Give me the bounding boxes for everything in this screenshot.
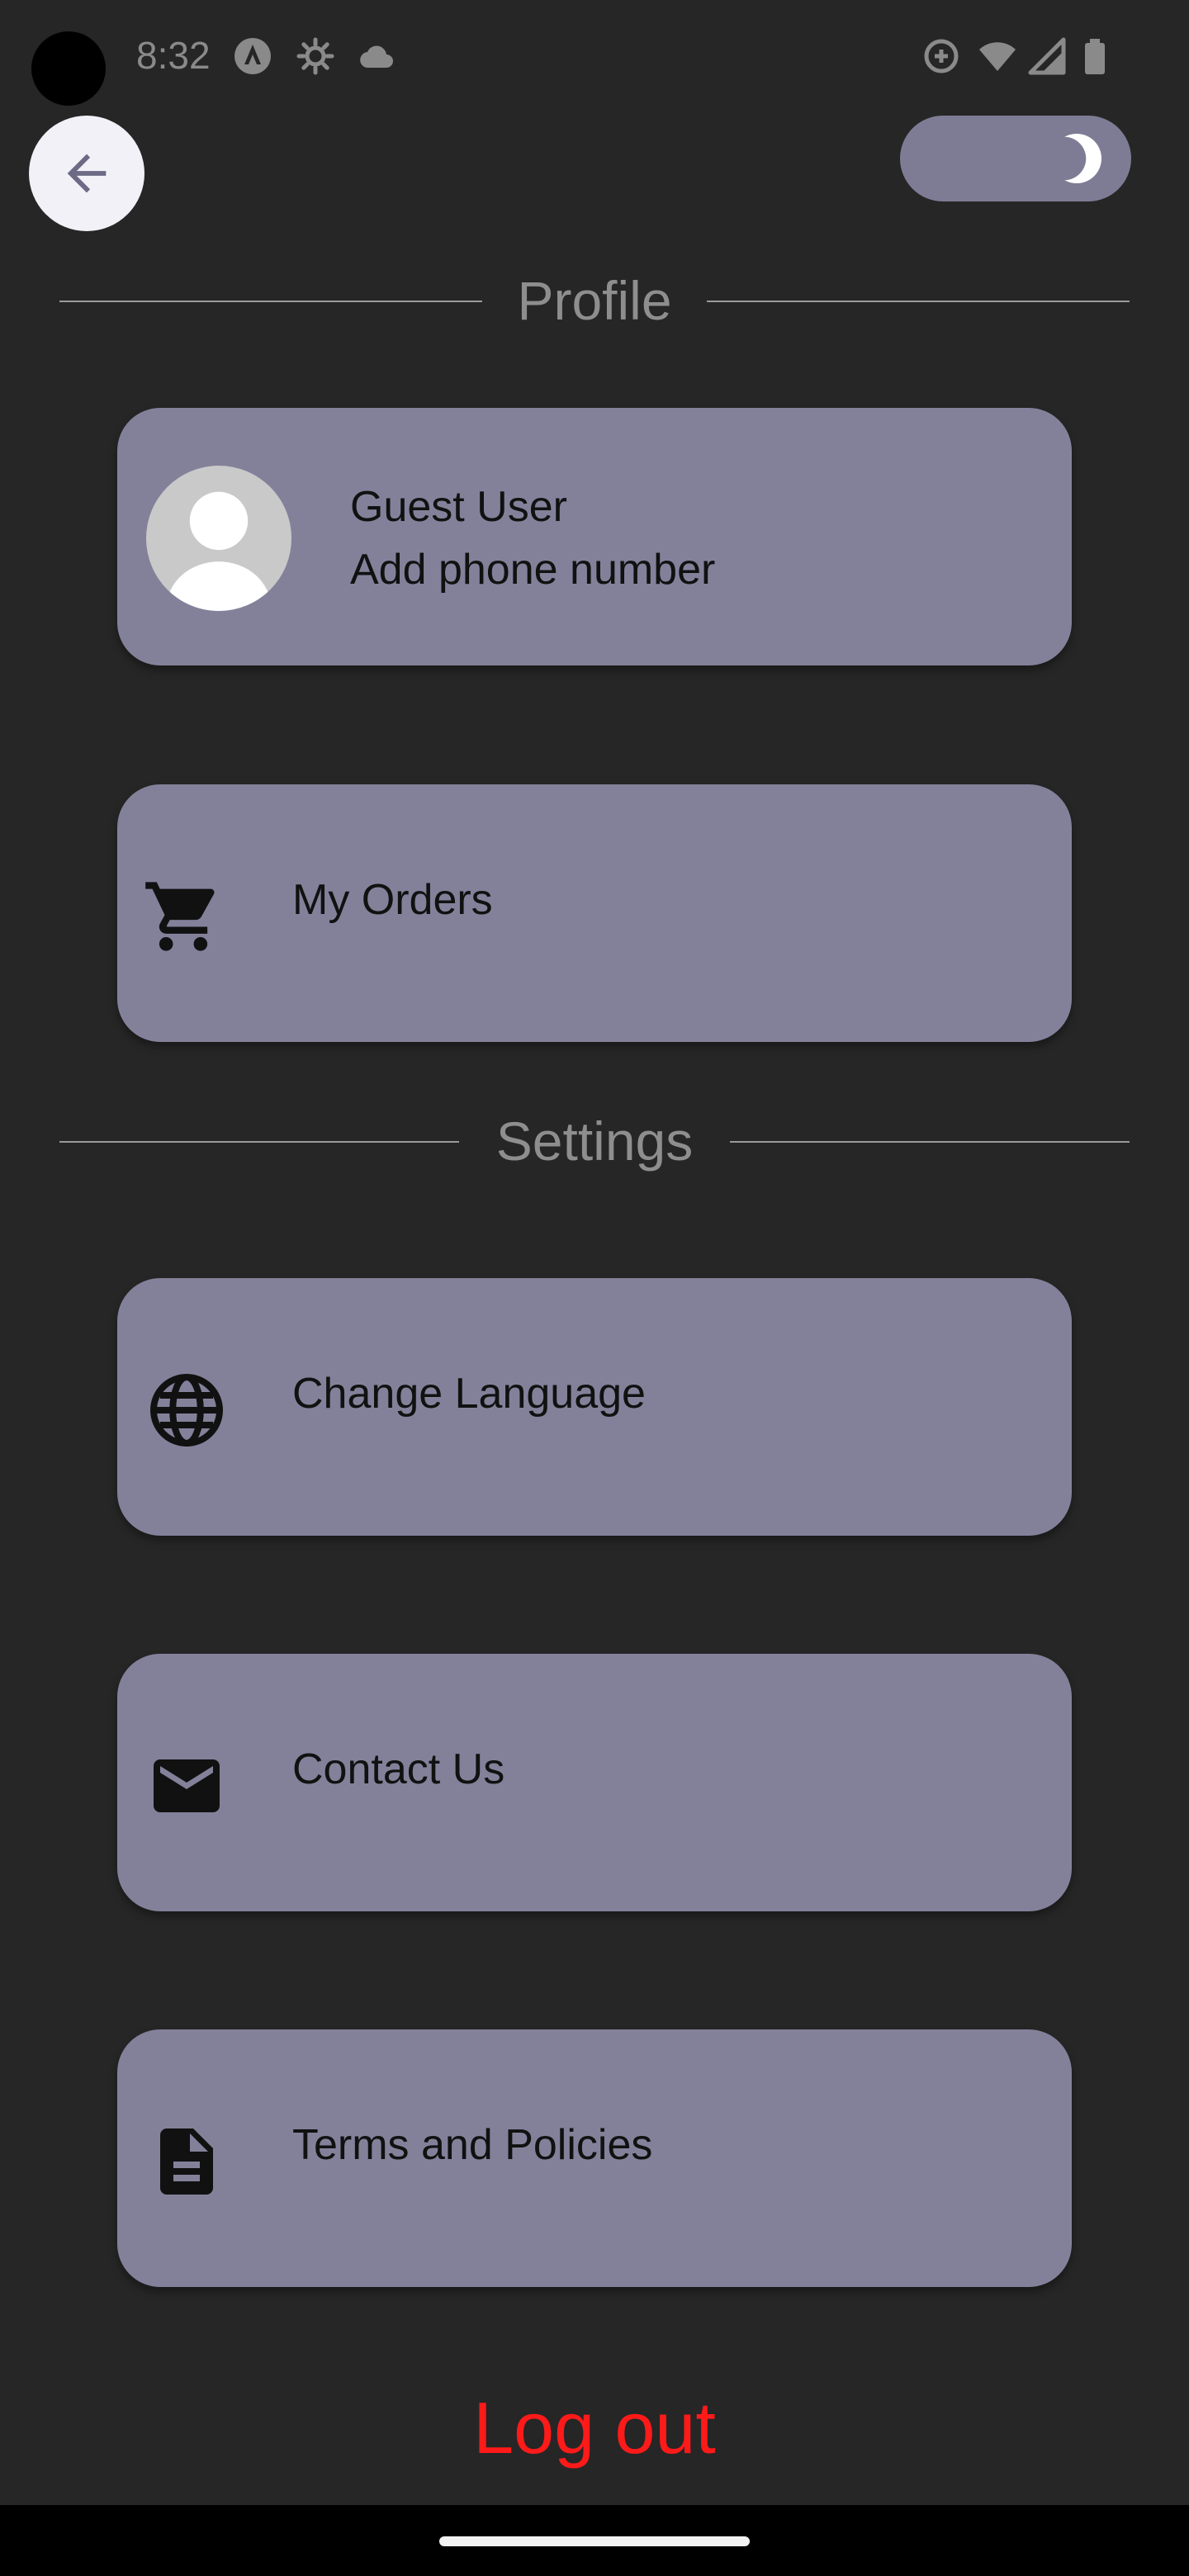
change-language-label: Change Language	[292, 1370, 646, 1418]
person-silhouette	[166, 491, 272, 611]
profile-section-header: Profile	[59, 268, 1130, 334]
document-icon	[160, 2129, 213, 2195]
battery-icon	[1085, 39, 1105, 74]
wifi-icon	[979, 42, 1016, 71]
contact-us-card[interactable]: Contact Us	[117, 1654, 1072, 1911]
cloud-icon	[360, 45, 393, 68]
settings-section-header: Settings	[59, 1108, 1130, 1174]
status-bar: 8:32	[0, 0, 1189, 116]
home-indicator[interactable]	[439, 2536, 750, 2546]
profile-card[interactable]: Guest User Add phone number	[117, 408, 1072, 665]
terms-and-policies-label: Terms and Policies	[292, 2121, 653, 2169]
system-navigation-bar	[0, 2505, 1189, 2576]
signal-icon	[1028, 37, 1066, 75]
data-saver-icon	[924, 39, 959, 73]
arrow-back-icon	[67, 154, 107, 193]
moon-icon	[1052, 134, 1101, 183]
person-avatar-icon	[146, 466, 291, 611]
settings-notification-icon	[296, 37, 334, 75]
shopping-cart-icon	[145, 882, 215, 951]
contact-us-label: Contact Us	[292, 1745, 505, 1793]
app-notification-icon	[234, 38, 271, 74]
status-time: 8:32	[136, 34, 211, 77]
divider-line	[730, 1141, 1130, 1143]
mail-icon	[154, 1759, 220, 1812]
back-button[interactable]	[29, 116, 144, 231]
add-phone-number-link[interactable]: Add phone number	[350, 545, 715, 594]
logout-button[interactable]: Log out	[0, 2386, 1189, 2470]
camera-cutout	[31, 31, 106, 106]
globe-icon	[150, 1374, 223, 1447]
change-language-card[interactable]: Change Language	[117, 1278, 1072, 1536]
dark-mode-toggle[interactable]	[900, 116, 1131, 201]
my-orders-card[interactable]: My Orders	[117, 784, 1072, 1042]
divider-line	[707, 301, 1130, 302]
my-orders-label: My Orders	[292, 876, 493, 924]
terms-and-policies-card[interactable]: Terms and Policies	[117, 2029, 1072, 2287]
profile-name: Guest User	[350, 483, 567, 531]
